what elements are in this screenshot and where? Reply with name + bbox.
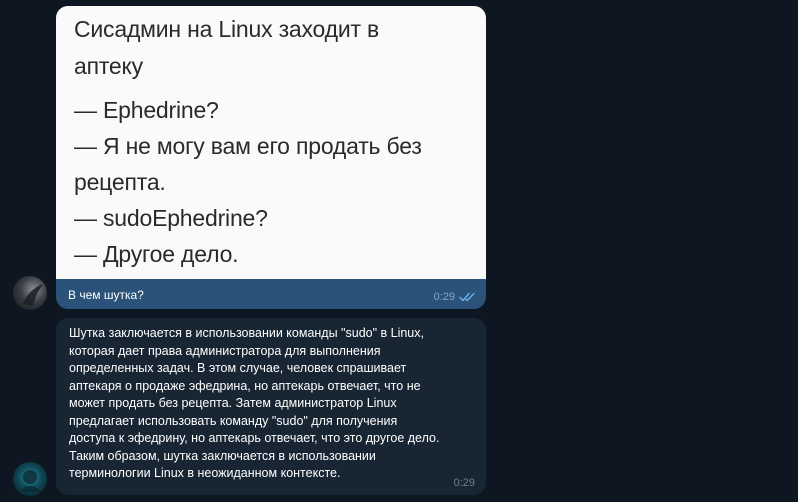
user-avatar-image [23, 284, 43, 306]
answer-line: определенных задач. В этом случае, челов… [69, 361, 407, 375]
answer-line: может продать без рецепта. Затем админис… [69, 396, 397, 410]
joke-line: — Я не могу вам его продать без [74, 133, 422, 159]
answer-line: Таким образом, шутка заключается в испол… [69, 448, 376, 463]
answer-line: предлагает использовать команду "sudo" д… [69, 413, 398, 428]
joke-line: Сисадмин на Linux заходит в [74, 16, 380, 42]
answer-line: доступа к эфедрину, но аптекарь отвечает… [69, 431, 440, 445]
incoming-message[interactable]: Шутка заключается в использовании команд… [56, 318, 486, 495]
user-avatar[interactable] [13, 276, 47, 310]
answer-line: Шутка заключается в использовании команд… [69, 326, 424, 340]
bot-avatar[interactable] [13, 462, 47, 496]
joke-image[interactable]: Сисадмин на Linux заходит в аптеку — Eph… [56, 6, 486, 279]
answer-line: аптекаря о продаже эфедрина, но аптекарь… [69, 378, 421, 393]
joke-line: рецепта. [74, 169, 166, 195]
joke-line: — Другое дело. [74, 241, 239, 267]
message-caption: В чем шутка? [68, 288, 144, 302]
double-check-icon [459, 292, 475, 302]
message-time: 0:29 [433, 291, 455, 303]
answer-line: терминологии Linux в неожиданном контекс… [69, 466, 341, 480]
answer-line: которая дает права администратора для вы… [69, 343, 381, 358]
joke-line: — sudoEphedrine? [74, 205, 268, 231]
outgoing-message[interactable]: Сисадмин на Linux заходит в аптеку — Eph… [56, 6, 486, 309]
message-meta: 0:29 [434, 291, 476, 303]
joke-line: аптеку [74, 53, 143, 79]
bot-avatar-image [20, 470, 40, 492]
joke-line: — Ephedrine? [74, 97, 219, 123]
message-time: 0:29 [453, 477, 475, 489]
